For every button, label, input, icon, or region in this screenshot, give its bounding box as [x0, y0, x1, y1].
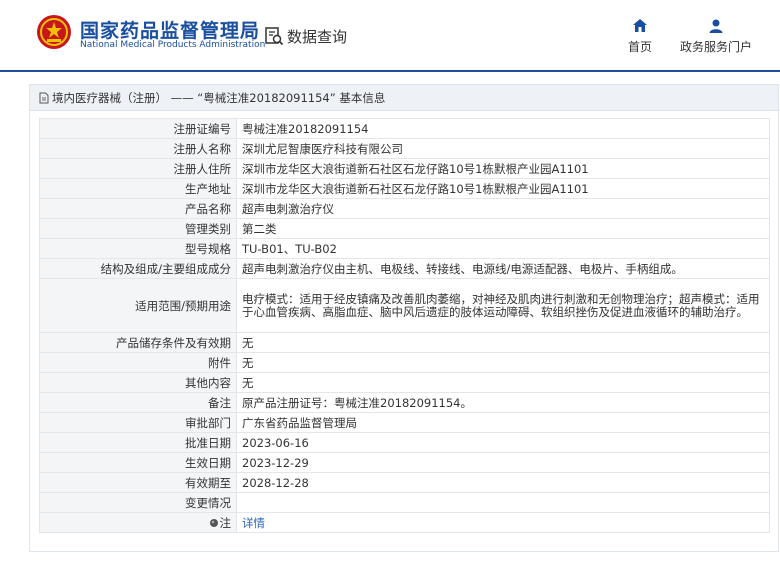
field-label: 审批部门 — [39, 412, 237, 433]
field-value: 超声电刺激治疗仪 — [236, 198, 770, 219]
table-row: 注册人名称 深圳尤尼智康医疗科技有限公司 — [39, 138, 770, 159]
field-value: 深圳市龙华区大浪街道新石社区石龙仔路10号1栋默根产业园A1101 — [236, 178, 770, 199]
home-icon — [633, 19, 647, 32]
national-emblem-icon — [37, 15, 71, 49]
field-label: 产品名称 — [39, 198, 237, 219]
table-row: 管理类别 第二类 — [39, 218, 770, 239]
table-row: 附件无 — [39, 352, 770, 373]
note-value-cell: 详情 — [236, 512, 770, 533]
org-name-en: National Medical Products Administration — [80, 40, 266, 50]
table-row: 注册证编号 粤械注准20182091154 — [39, 118, 770, 139]
table-row: 产品名称 超声电刺激治疗仪 — [39, 198, 770, 219]
field-value: 超声电刺激治疗仪由主机、电极线、转接线、电源线/电源适配器、电极片、手柄组成。 — [236, 258, 770, 279]
field-value: 无 — [236, 372, 770, 393]
field-label: 生效日期 — [39, 452, 237, 473]
table-row: 批准日期 2023-06-16 — [39, 432, 770, 453]
field-label: 备注 — [39, 392, 237, 413]
table-row: 型号规格 TU-B01、TU-B02 — [39, 238, 770, 259]
user-icon — [709, 19, 723, 33]
field-label: 产品储存条件及有效期 — [39, 332, 237, 353]
nav-home-label: 首页 — [627, 40, 652, 54]
field-label: 附件 — [39, 352, 237, 373]
field-label: 生产地址 — [39, 178, 237, 199]
table-row: 生效日期 2023-12-29 — [39, 452, 770, 473]
field-value: 电疗模式：适用于经皮镇痛及改善肌肉萎缩，对神经及肌肉进行刺激和无创物理治疗；超声… — [236, 278, 770, 333]
table-row: 结构及组成/主要组成成分 超声电刺激治疗仪由主机、电极线、转接线、电源线/电源适配… — [39, 258, 770, 279]
pin-icon — [209, 518, 218, 527]
header-divider — [0, 70, 780, 72]
site-header: 国家药品监督管理局 National Medical Products Admi… — [0, 0, 780, 70]
field-value: 粤械注准20182091154 — [236, 118, 770, 139]
document-search-icon — [265, 27, 284, 46]
field-value: 无 — [236, 332, 770, 353]
field-value: 原产品注册证号：粤械注准20182091154。 — [236, 392, 770, 413]
note-label: 注 — [219, 515, 232, 530]
data-query-label: 数据查询 — [287, 27, 348, 46]
field-label: 其他内容 — [39, 372, 237, 393]
org-name-cn: 国家药品监督管理局 — [80, 20, 261, 42]
field-value: 2028-12-28 — [236, 472, 770, 493]
field-label: 变更情况 — [39, 492, 237, 513]
field-label: 管理类别 — [39, 218, 237, 239]
table-row: 适用范围/预期用途 电疗模式：适用于经皮镇痛及改善肌肉萎缩，对神经及肌肉进行刺激和… — [39, 278, 770, 333]
table-row: 其他内容无 — [39, 372, 770, 393]
field-value: 2023-06-16 — [236, 432, 770, 453]
nav-home[interactable]: 首页 — [624, 18, 656, 55]
field-label: 有效期至 — [39, 472, 237, 493]
info-panel: 境内医疗器械（注册） —— “粤械注准20182091154” 基本信息 注册证… — [29, 84, 779, 552]
nav-service-portal[interactable]: 政务服务门户 — [676, 18, 756, 55]
table-row: 注册人住所 深圳市龙华区大浪街道新石社区石龙仔路10号1栋默根产业园A1101 — [39, 158, 770, 179]
field-value: 无 — [236, 352, 770, 373]
field-value: 2023-12-29 — [236, 452, 770, 473]
field-label: 结构及组成/主要组成成分 — [39, 258, 237, 279]
field-value: TU-B01、TU-B02 — [236, 238, 770, 259]
panel-title: 境内医疗器械（注册） —— “粤械注准20182091154” 基本信息 — [52, 90, 386, 105]
field-value: 第二类 — [236, 218, 770, 239]
note-label-cell: 注 — [39, 512, 237, 533]
table-row: 变更情况 — [39, 492, 770, 513]
data-query-link[interactable]: 数据查询 — [264, 24, 347, 48]
table-row-note: 注详情 — [39, 512, 770, 533]
table-row: 生产地址 深圳市龙华区大浪街道新石社区石龙仔路10号1栋默根产业园A1101 — [39, 178, 770, 199]
field-value — [236, 492, 770, 513]
nav-portal-label: 政务服务门户 — [679, 40, 752, 54]
registration-info-table: 注册证编号 粤械注准20182091154 注册人名称 深圳尤尼智康医疗科技有限公司注… — [39, 118, 770, 533]
field-label: 型号规格 — [39, 238, 237, 259]
document-icon — [39, 92, 49, 103]
field-value: 广东省药品监督管理局 — [236, 412, 770, 433]
field-label: 适用范围/预期用途 — [39, 278, 237, 333]
table-row: 有效期至 2028-12-28 — [39, 472, 770, 493]
field-label: 批准日期 — [39, 432, 237, 453]
table-row: 备注 原产品注册证号：粤械注准20182091154。 — [39, 392, 770, 413]
field-label: 注册证编号 — [39, 118, 237, 139]
field-label: 注册人住所 — [39, 158, 237, 179]
table-row: 产品储存条件及有效期无 — [39, 332, 770, 353]
field-label: 注册人名称 — [39, 138, 237, 159]
field-value: 深圳尤尼智康医疗科技有限公司 — [236, 138, 770, 159]
table-row: 审批部门 广东省药品监督管理局 — [39, 412, 770, 433]
field-value: 深圳市龙华区大浪街道新石社区石龙仔路10号1栋默根产业园A1101 — [236, 158, 770, 179]
details-link[interactable]: 详情 — [242, 516, 265, 530]
panel-header: 境内医疗器械（注册） —— “粤械注准20182091154” 基本信息 — [30, 85, 778, 111]
